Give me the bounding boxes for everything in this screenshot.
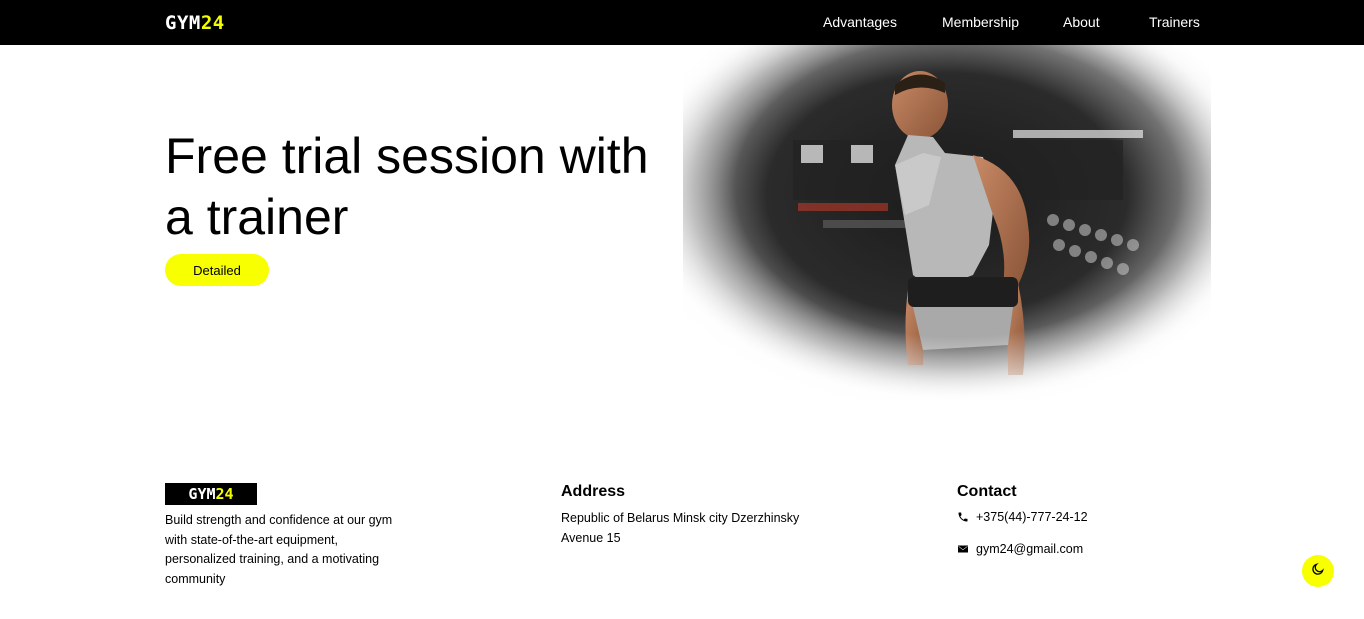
contact-phone-row[interactable]: +375(44)-777-24-12 xyxy=(957,510,1088,524)
footer-logo-text-gym: GYM xyxy=(188,485,216,503)
address-text: Republic of Belarus Minsk city Dzerzhins… xyxy=(561,511,800,545)
hero-title: Free trial session with a trainer xyxy=(165,128,649,245)
footer-description: Build strength and confidence at our gym… xyxy=(165,513,393,586)
nav-about[interactable]: About xyxy=(1063,14,1100,30)
logo-text-gym: GYM xyxy=(165,12,201,34)
contact-email-row[interactable]: gym24@gmail.com xyxy=(957,542,1083,556)
envelope-icon xyxy=(957,543,969,555)
trainer-photo xyxy=(683,45,1211,401)
nav-membership[interactable]: Membership xyxy=(942,14,1019,30)
phone-icon xyxy=(957,511,969,523)
site-header: GYM 24 Advantages Membership About Traine… xyxy=(0,0,1364,45)
contact-heading: Contact xyxy=(957,483,1017,500)
moon-icon xyxy=(1311,562,1325,581)
nav-advantages[interactable]: Advantages xyxy=(823,14,897,30)
footer-logo-text-24: 24 xyxy=(215,485,234,503)
footer-logo[interactable]: GYM 24 xyxy=(165,483,257,505)
contact-phone: +375(44)-777-24-12 xyxy=(976,510,1088,524)
site-logo[interactable]: GYM 24 xyxy=(165,11,225,35)
detailed-button[interactable]: Detailed xyxy=(165,254,269,286)
theme-toggle-button[interactable] xyxy=(1302,555,1334,587)
nav-trainers[interactable]: Trainers xyxy=(1149,14,1200,30)
logo-text-24: 24 xyxy=(200,12,225,34)
contact-email: gym24@gmail.com xyxy=(976,542,1084,556)
address-heading: Address xyxy=(561,483,626,500)
